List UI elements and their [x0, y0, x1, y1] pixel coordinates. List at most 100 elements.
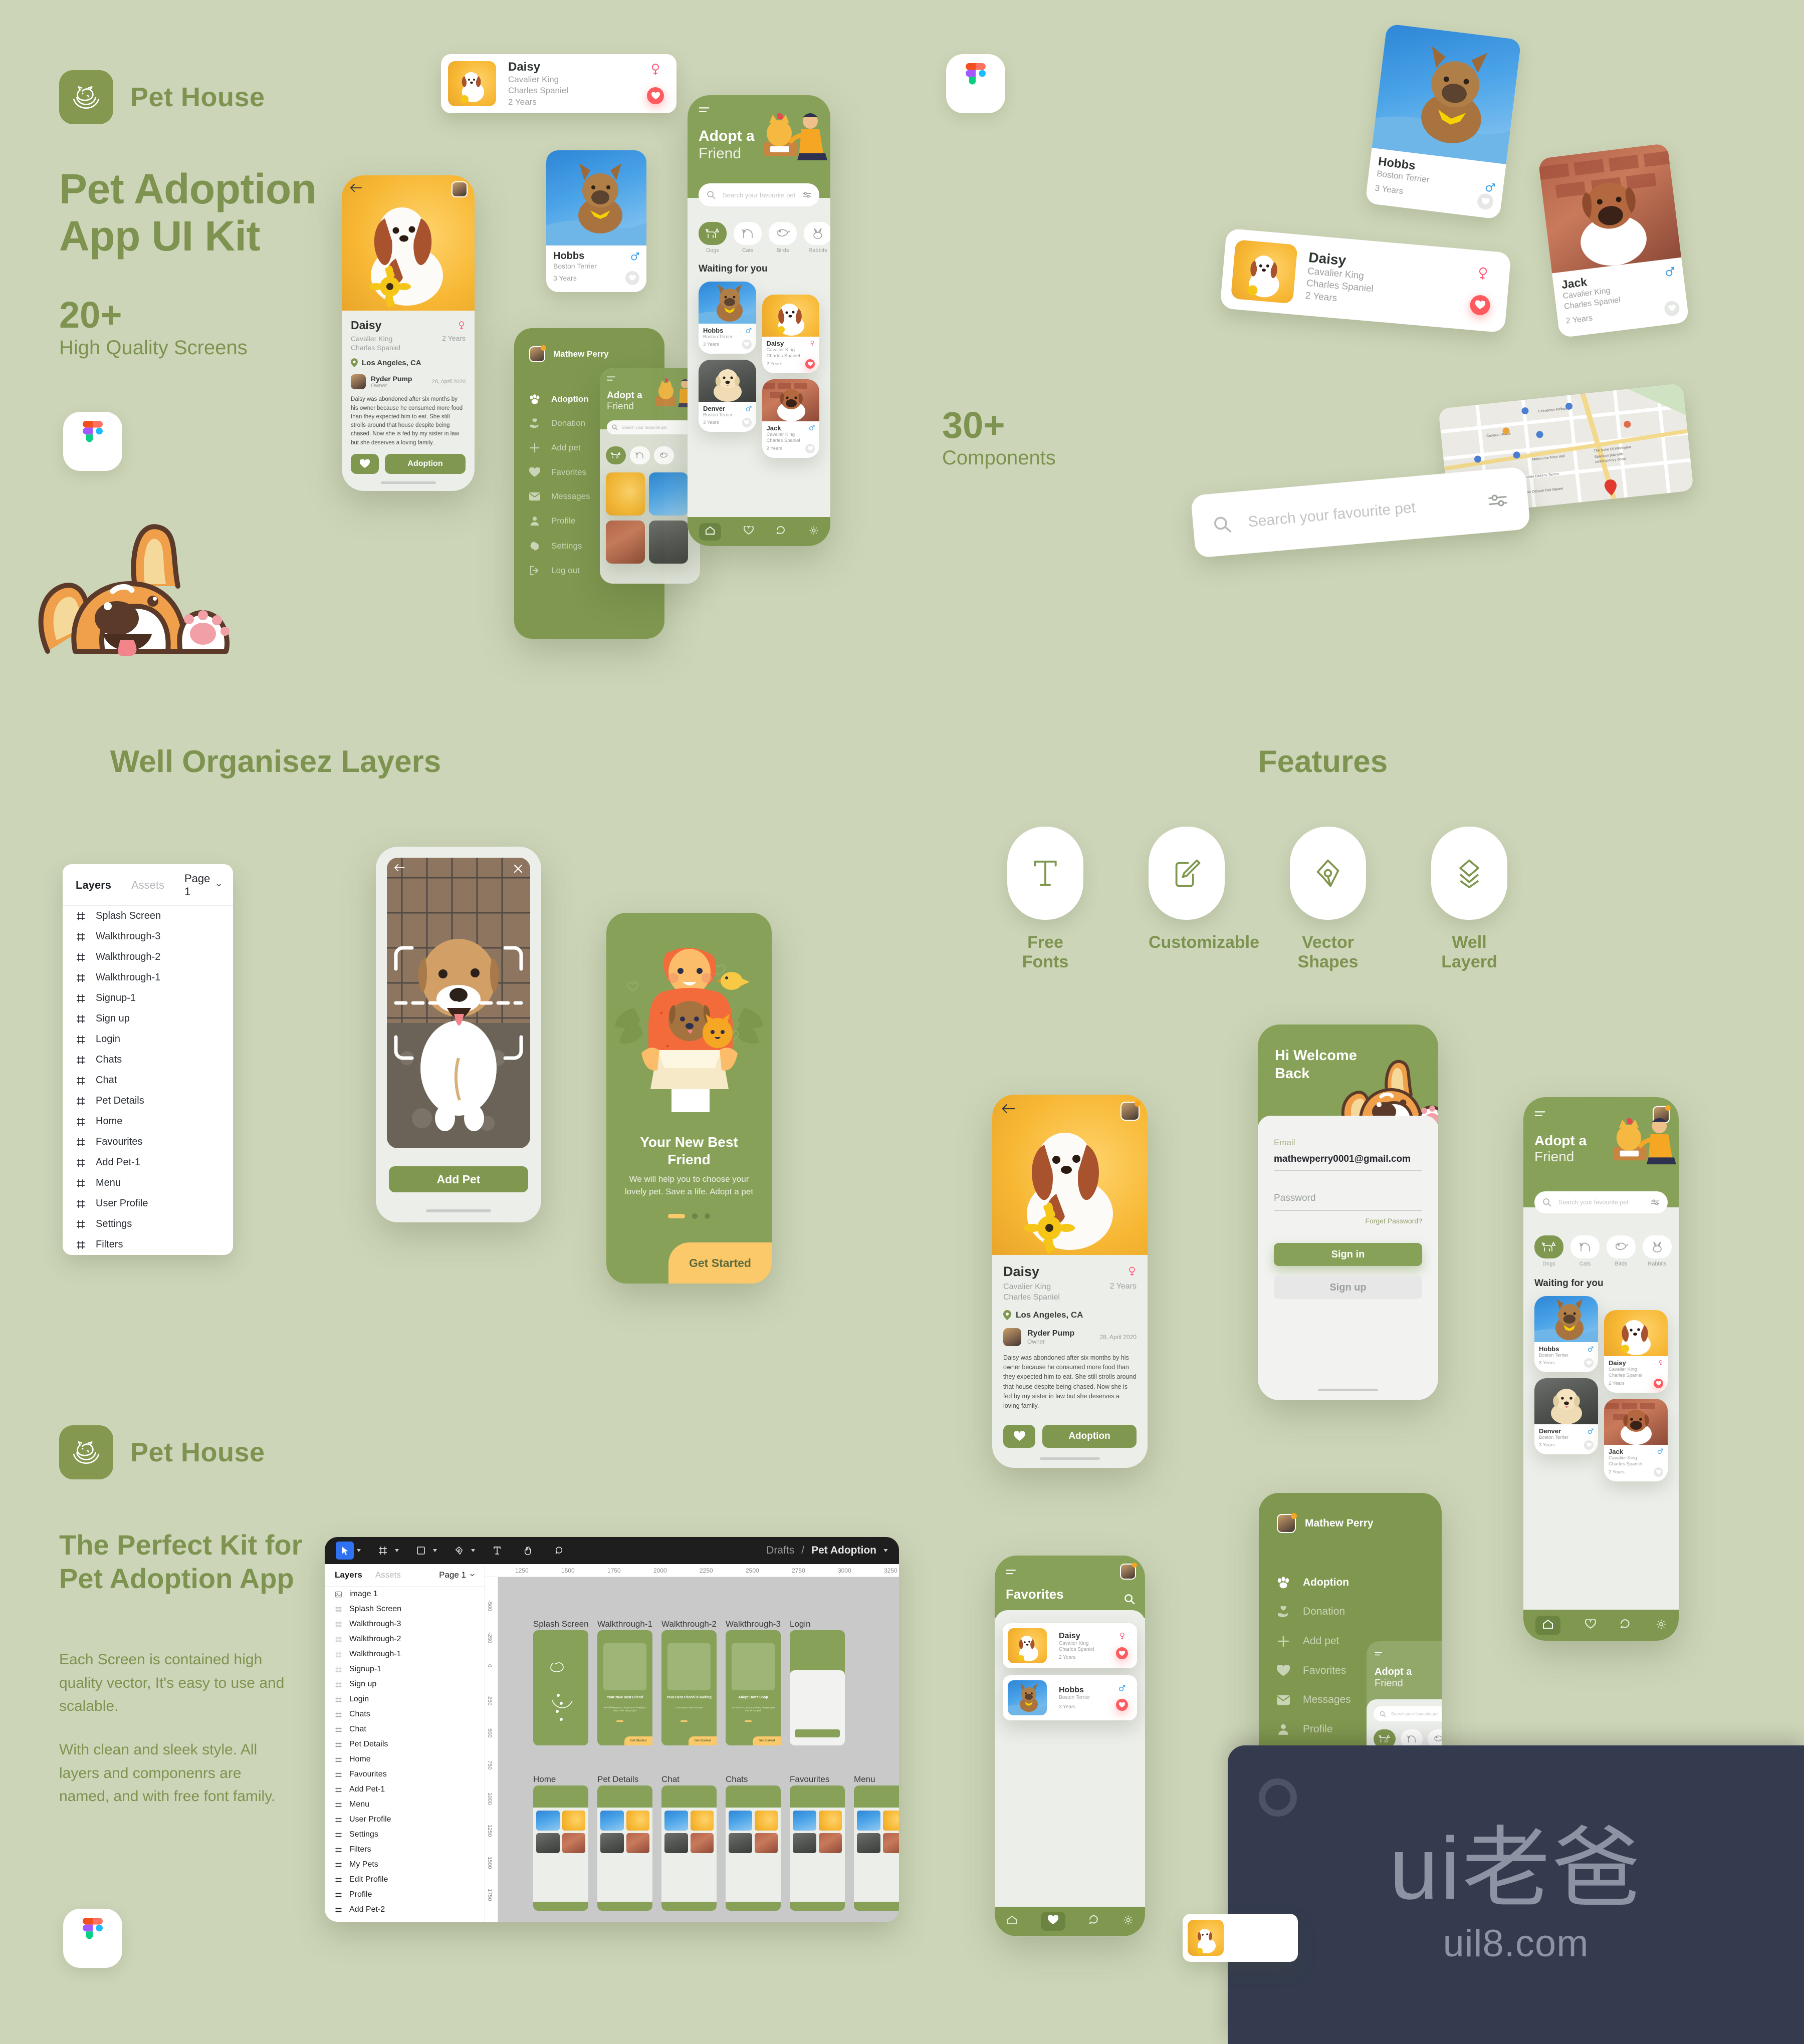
figma-layer-item[interactable]: Chat — [325, 1722, 485, 1737]
category-chip-dogs[interactable] — [699, 222, 727, 245]
pet-card-mini-daisy[interactable] — [606, 472, 645, 516]
dot[interactable] — [705, 1213, 710, 1219]
layer-item[interactable]: Login — [63, 1029, 233, 1050]
text-tool-icon[interactable] — [488, 1542, 506, 1560]
category-cats[interactable] — [630, 446, 650, 464]
figma-layer-item[interactable]: Login — [325, 1692, 485, 1707]
pet-card-hobbs[interactable]: Hobbs Boston Terrier 3 Years — [1534, 1296, 1598, 1372]
user-avatar[interactable] — [1120, 1101, 1141, 1121]
figma-layer-item[interactable]: Walkthrough-3 — [325, 1617, 485, 1632]
layer-item[interactable]: Chat — [63, 1070, 233, 1091]
figma-layer-item[interactable]: User Profile — [325, 1812, 485, 1827]
pet-card-jack-large[interactable]: Jack Cavalier King Charles Spaniel 2 Yea… — [1538, 143, 1689, 338]
pet-card-mini-jack[interactable] — [606, 521, 645, 564]
layer-item[interactable]: Walkthrough-2 — [63, 947, 233, 967]
figma-layer-item[interactable]: Chats — [325, 1707, 485, 1722]
user-avatar[interactable] — [452, 181, 468, 197]
figma-layer-item[interactable]: Walkthrough-2 — [325, 1632, 485, 1647]
pet-card-daisy[interactable]: Daisy Cavalier King Charles Spaniel 2 Ye… — [1604, 1310, 1668, 1393]
layer-item[interactable]: Add Pet-1 — [63, 1152, 233, 1173]
figma-frame[interactable]: Your New Best Friend We will help you to … — [597, 1630, 652, 1745]
feature-well-layerd[interactable]: Well Layerd — [1431, 827, 1507, 972]
frame-button[interactable]: Get Started — [689, 1736, 717, 1745]
pet-card-jack[interactable]: Jack Cavalier King Charles Spaniel 2 Yea… — [1604, 1398, 1668, 1481]
layer-item[interactable]: Chats — [63, 1050, 233, 1070]
favorite-button[interactable] — [742, 418, 752, 427]
favorite-row-daisy[interactable]: Daisy Cavalier King Charles Spaniel 2 Ye… — [1003, 1623, 1137, 1668]
nav-settings[interactable] — [809, 526, 819, 538]
hamburger-menu-icon[interactable] — [1375, 1651, 1384, 1657]
category-birds[interactable] — [654, 446, 674, 464]
figma-layer-item[interactable]: Splash Screen — [325, 1602, 485, 1617]
phone-add-pet[interactable]: Add Pet — [376, 847, 541, 1222]
shape-tool-icon[interactable] — [412, 1542, 430, 1560]
figma-frame[interactable] — [726, 1785, 781, 1911]
pet-row-card-daisy[interactable]: Daisy Cavalier King Charles Spaniel 2 Ye… — [441, 54, 676, 113]
pet-card-denver[interactable]: Denver Boston Terrier 3 Years — [1534, 1378, 1598, 1454]
back-arrow-icon[interactable] — [1001, 1104, 1015, 1114]
tab-assets[interactable]: Assets — [131, 879, 164, 892]
search-bar[interactable]: Search your favourite pet — [607, 420, 693, 434]
favorite-button[interactable] — [1003, 1425, 1035, 1448]
add-pet-button[interactable]: Add Pet — [389, 1166, 528, 1192]
figma-layer-item[interactable]: Add Pet-2 — [325, 1902, 485, 1917]
page-selector[interactable]: Page 1 — [184, 872, 221, 898]
layer-item[interactable]: Favourites — [63, 1132, 233, 1152]
chevron-down-icon[interactable] — [357, 1549, 361, 1552]
category-chip-birds[interactable] — [1607, 1235, 1636, 1258]
pet-card-hobbs[interactable]: Hobbs Boston Terrier 3 Years — [546, 150, 646, 292]
pet-card-denver[interactable]: Denver Boston Terrier 3 Years — [699, 360, 756, 432]
figma-workspace[interactable]: Drafts / Pet Adoption Layers Assets Page… — [325, 1537, 899, 1922]
menu-item-adoption[interactable]: Adoption — [1259, 1568, 1442, 1597]
phone-home-peek[interactable]: Adopt a Friend Search your favourite pet — [600, 368, 700, 584]
nav-home[interactable] — [1007, 1915, 1017, 1927]
favorite-button[interactable] — [805, 443, 815, 453]
hand-tool-icon[interactable] — [519, 1542, 537, 1560]
page-selector[interactable]: Page 1 — [439, 1570, 475, 1580]
category-chip-rabbits[interactable] — [804, 222, 830, 245]
favorite-row-hobbs[interactable]: Hobbs Boston Terrier 3 Years — [1003, 1675, 1137, 1720]
user-avatar[interactable] — [1120, 1563, 1137, 1580]
breadcrumb-file[interactable]: Pet Adoption — [811, 1545, 876, 1557]
hamburger-menu-icon[interactable] — [699, 106, 712, 114]
figma-frame[interactable] — [661, 1785, 717, 1911]
search-bar[interactable]: Search your favourite pet — [699, 183, 819, 206]
tab-assets[interactable]: Assets — [375, 1570, 401, 1580]
figma-layer-item[interactable]: Menu — [325, 1797, 485, 1812]
pen-tool-icon[interactable] — [450, 1542, 468, 1560]
layer-item[interactable]: Pet Details — [63, 1091, 233, 1111]
figma-frame[interactable]: Adopt Don't Shop The love of a pet is som… — [726, 1630, 781, 1745]
layers-panel[interactable]: Layers Assets Page 1 Splash Screen Walkth… — [63, 864, 233, 1255]
adopt-button[interactable]: Adoption — [1042, 1425, 1137, 1448]
pet-card-mini-hobbs[interactable] — [649, 472, 688, 516]
figma-canvas-viewport[interactable]: Splash Screen Walkthrough-1 Your New Best … — [498, 1577, 899, 1922]
search-component[interactable]: Search your favourite pet — [1190, 466, 1531, 558]
figma-frame[interactable] — [533, 1785, 588, 1911]
back-arrow-icon[interactable] — [350, 183, 362, 192]
nav-settings[interactable] — [1123, 1915, 1134, 1928]
nav-chat[interactable] — [776, 526, 786, 538]
pet-row-card-daisy-large[interactable]: Daisy Cavalier King Charles Spaniel 2 Ye… — [1220, 228, 1511, 333]
phone-login[interactable]: Hi Welcome Back Email mathewperry0001@gm… — [1258, 1025, 1438, 1400]
favorite-button[interactable] — [1476, 192, 1494, 211]
favorite-button[interactable] — [351, 454, 379, 474]
favorite-button[interactable] — [1654, 1467, 1663, 1477]
search-bar[interactable]: Search your favourite pet — [1534, 1191, 1668, 1213]
dot-active[interactable] — [668, 1214, 685, 1218]
dot[interactable] — [692, 1213, 698, 1219]
figma-layer-item[interactable]: My Pets — [325, 1857, 485, 1872]
sign-up-button[interactable]: Sign up — [1274, 1276, 1422, 1299]
hamburger-menu-icon[interactable] — [1006, 1569, 1018, 1576]
pet-card-daisy[interactable]: Daisy Cavalier King Charles Spaniel 2 Ye… — [762, 295, 819, 373]
layer-item[interactable]: Settings — [63, 1214, 233, 1234]
category-chip-dogs[interactable] — [1534, 1235, 1563, 1258]
nav-chat[interactable] — [1088, 1915, 1099, 1928]
filter-sliders-icon[interactable] — [1487, 492, 1508, 508]
figma-layer-item[interactable]: Profile — [325, 1887, 485, 1902]
category-chip-cats[interactable] — [1570, 1235, 1600, 1258]
figma-frame[interactable]: Your Best Friend is waiting Lorem ipsum d… — [661, 1630, 717, 1745]
feature-free-fonts[interactable]: Free Fonts — [1007, 827, 1083, 972]
nav-favorites[interactable] — [1040, 1912, 1065, 1931]
pet-card-hobbs-large[interactable]: Hobbs Boston Terrier 3 Years — [1365, 23, 1521, 220]
figma-layer-item[interactable]: Settings — [325, 1827, 485, 1842]
